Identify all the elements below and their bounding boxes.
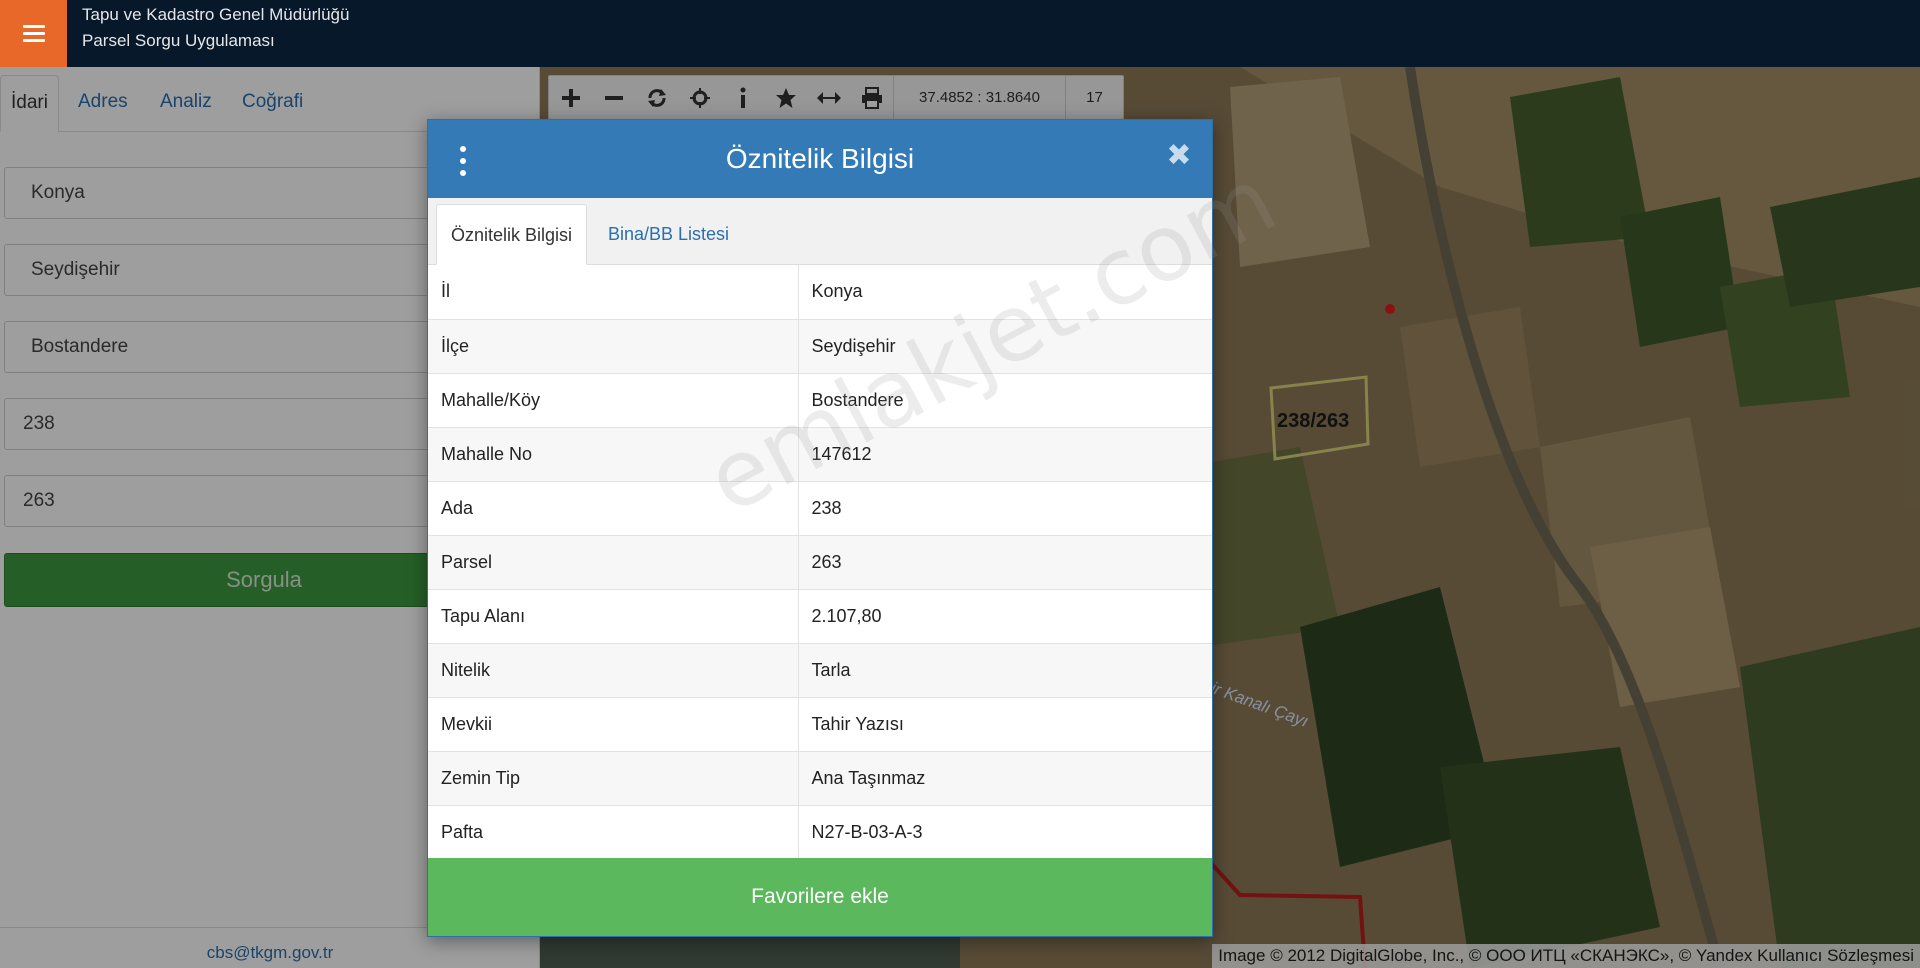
table-row: Ada 238 [428, 481, 1212, 536]
attribute-key: Ada [428, 481, 799, 536]
attribute-value: Konya [798, 265, 1212, 320]
app-header: Tapu ve Kadastro Genel Müdürlüğü Parsel … [0, 0, 1920, 67]
add-to-favorites-button[interactable]: Favorilere ekle [428, 858, 1212, 936]
attribute-value: 238 [798, 481, 1212, 536]
app-title-line2: Parsel Sorgu Uygulaması [82, 31, 275, 50]
table-row: Parsel 263 [428, 535, 1212, 590]
attribute-table: İl Konya İlçe Seydişehir Mahalle/Köy Bostande… [428, 265, 1212, 860]
attribute-value: Seydişehir [798, 319, 1212, 374]
attribute-key: İlçe [428, 319, 799, 374]
attribute-key: Zemin Tip [428, 751, 799, 806]
modal-header: Öznitelik Bilgisi ✖ [428, 120, 1212, 198]
attribute-key: Parsel [428, 535, 799, 590]
attribute-value: Ana Taşınmaz [798, 751, 1212, 806]
attribute-value: Tahir Yazısı [798, 697, 1212, 752]
app-title-line1: Tapu ve Kadastro Genel Müdürlüğü [82, 5, 350, 24]
table-row: Zemin Tip Ana Taşınmaz [428, 751, 1212, 806]
table-row: Mahalle/Köy Bostandere [428, 373, 1212, 428]
attribute-key: Nitelik [428, 643, 799, 698]
table-row: Tapu Alanı 2.107,80 [428, 589, 1212, 644]
attribute-key: Tapu Alanı [428, 589, 799, 644]
attribute-value: 263 [798, 535, 1212, 590]
attribute-key: Mahalle/Köy [428, 373, 799, 428]
attribute-value: N27-B-03-A-3 [798, 805, 1212, 860]
attribute-value: Bostandere [798, 373, 1212, 428]
attribute-key: Pafta [428, 805, 799, 860]
kebab-menu-icon[interactable] [458, 146, 468, 176]
attribute-key: Mevkii [428, 697, 799, 752]
close-icon[interactable]: ✖ [1164, 141, 1194, 171]
attribute-value: Tarla [798, 643, 1212, 698]
tab-oznitelik-bilgisi[interactable]: Öznitelik Bilgisi [436, 204, 588, 265]
table-row: İl Konya [428, 265, 1212, 320]
modal-title: Öznitelik Bilgisi [725, 143, 915, 174]
attribute-value: 147612 [798, 427, 1212, 482]
table-row: Nitelik Tarla [428, 643, 1212, 698]
table-row: Mevkii Tahir Yazısı [428, 697, 1212, 752]
attribute-key: İl [428, 265, 799, 320]
hamburger-menu-icon[interactable] [0, 0, 67, 67]
table-row: İlçe Seydişehir [428, 319, 1212, 374]
attribute-key: Mahalle No [428, 427, 799, 482]
app-title: Tapu ve Kadastro Genel Müdürlüğü Parsel … [82, 2, 349, 54]
table-row: Pafta N27-B-03-A-3 [428, 805, 1212, 860]
modal-tabs: Öznitelik Bilgisi Bina/BB Listesi [428, 198, 1212, 265]
tab-bina-bb-listesi[interactable]: Bina/BB Listesi [594, 204, 743, 265]
table-row: Mahalle No 147612 [428, 427, 1212, 482]
attribute-info-modal: Öznitelik Bilgisi ✖ Öznitelik Bilgisi Bi… [427, 119, 1213, 937]
attribute-value: 2.107,80 [798, 589, 1212, 644]
